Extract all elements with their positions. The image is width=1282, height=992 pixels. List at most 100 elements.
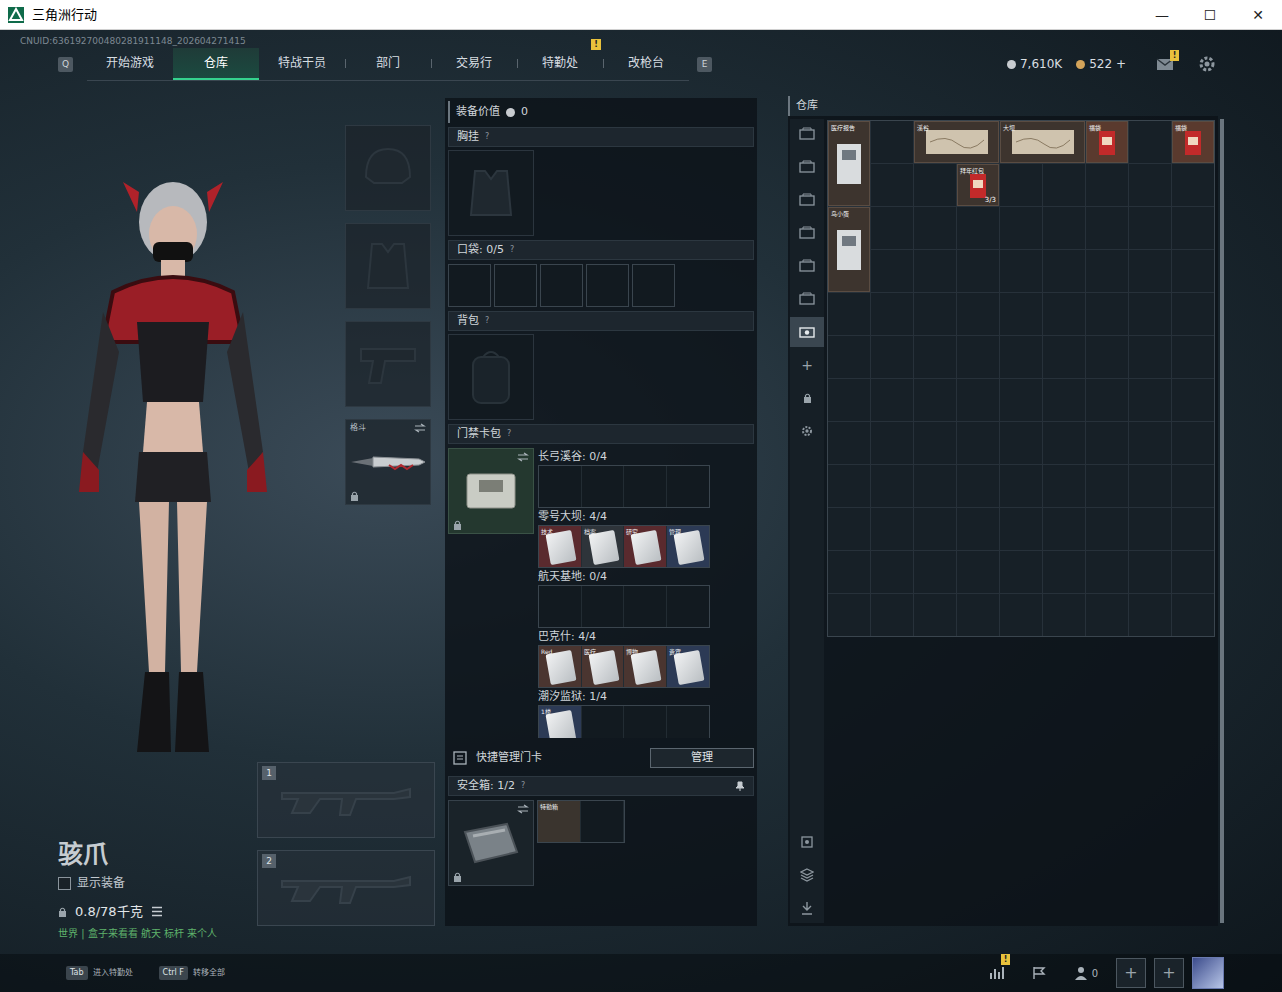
- help-button[interactable]: ?: [507, 428, 511, 440]
- grid-cell[interactable]: [1086, 594, 1128, 636]
- warehouse-tab[interactable]: [790, 416, 824, 446]
- grid-cell[interactable]: [914, 293, 956, 335]
- safe-box-item-slot[interactable]: [581, 801, 624, 842]
- grid-cell[interactable]: [914, 551, 956, 593]
- grid-cell[interactable]: [1000, 250, 1042, 292]
- grid-cell[interactable]: [1172, 551, 1214, 593]
- keycard-slot[interactable]: [624, 706, 667, 738]
- grid-cell[interactable]: [1086, 164, 1128, 206]
- avatar-icon[interactable]: [1192, 957, 1224, 989]
- grid-cell[interactable]: [871, 422, 913, 464]
- close-button[interactable]: ✕: [1234, 0, 1282, 30]
- warehouse-item[interactable]: 鸟小蛋: [828, 207, 870, 292]
- grid-cell[interactable]: [1172, 250, 1214, 292]
- safe-box-item-slot[interactable]: 特勤箱: [538, 801, 581, 842]
- keycard-slot[interactable]: [539, 586, 582, 627]
- keycard-slot[interactable]: [624, 586, 667, 627]
- grid-cell[interactable]: [871, 508, 913, 550]
- grid-cell[interactable]: [1129, 250, 1171, 292]
- grid-cell[interactable]: [828, 293, 870, 335]
- grid-cell[interactable]: [914, 508, 956, 550]
- grid-cell[interactable]: [1129, 594, 1171, 636]
- grid-cell[interactable]: [1043, 379, 1085, 421]
- keycard-slot[interactable]: Red: [539, 646, 582, 687]
- keycard-slot[interactable]: 贵宾: [667, 646, 709, 687]
- warehouse-tab[interactable]: +: [790, 350, 824, 380]
- warehouse-tab[interactable]: [790, 119, 824, 149]
- grid-cell[interactable]: [828, 594, 870, 636]
- grid-cell[interactable]: [1086, 422, 1128, 464]
- grid-cell[interactable]: [1129, 508, 1171, 550]
- grid-cell[interactable]: [1043, 164, 1085, 206]
- grid-cell[interactable]: [957, 293, 999, 335]
- invite-slot[interactable]: +: [1116, 958, 1146, 988]
- warehouse-tab[interactable]: [790, 383, 824, 413]
- grid-cell[interactable]: [828, 379, 870, 421]
- nav-tab[interactable]: 特战干员: [259, 48, 345, 80]
- grid-cell[interactable]: [871, 164, 913, 206]
- grid-cell[interactable]: [1043, 508, 1085, 550]
- grid-cell[interactable]: [914, 379, 956, 421]
- grid-cell[interactable]: [1000, 336, 1042, 378]
- nav-tab[interactable]: 改枪台: [603, 48, 689, 80]
- grid-cell[interactable]: [1129, 379, 1171, 421]
- chest-rig-slot[interactable]: [448, 150, 534, 236]
- warehouse-item[interactable]: 拜年红包3/3: [957, 164, 999, 206]
- grid-cell[interactable]: [1172, 422, 1214, 464]
- grid-cell[interactable]: [871, 379, 913, 421]
- helmet-slot[interactable]: [345, 125, 431, 211]
- warehouse-scrollbar[interactable]: [1220, 119, 1224, 923]
- hotkey-label[interactable]: 转移全部: [193, 967, 225, 979]
- minimize-button[interactable]: —: [1138, 0, 1186, 30]
- grid-cell[interactable]: [1043, 336, 1085, 378]
- warehouse-tool[interactable]: [790, 827, 824, 857]
- prev-tab-key[interactable]: Q: [58, 57, 73, 72]
- warehouse-tab[interactable]: [790, 218, 824, 248]
- grid-cell[interactable]: [828, 508, 870, 550]
- keycard-slot[interactable]: 医疗: [582, 646, 625, 687]
- keycard-slot[interactable]: 1楼: [539, 706, 582, 738]
- grid-cell[interactable]: [1172, 594, 1214, 636]
- grid-cell[interactable]: [1043, 465, 1085, 507]
- warehouse-item[interactable]: 大坝: [1000, 121, 1085, 163]
- grid-cell[interactable]: [1129, 465, 1171, 507]
- keycard-slot[interactable]: [667, 586, 709, 627]
- grid-cell[interactable]: [1043, 207, 1085, 249]
- weapon-slot[interactable]: 1: [257, 762, 435, 838]
- warehouse-tab[interactable]: [790, 284, 824, 314]
- warehouse-tab[interactable]: [790, 317, 824, 347]
- grid-cell[interactable]: [914, 336, 956, 378]
- warehouse-item[interactable]: 福袋: [1086, 121, 1128, 163]
- grid-cell[interactable]: [1000, 594, 1042, 636]
- weapon-slot[interactable]: 2: [257, 850, 435, 926]
- grid-cell[interactable]: [871, 336, 913, 378]
- grid-cell[interactable]: [1129, 293, 1171, 335]
- nav-tab[interactable]: 开始游戏: [87, 48, 173, 80]
- grid-cell[interactable]: [1086, 293, 1128, 335]
- keycard-slot[interactable]: [667, 466, 709, 507]
- help-button[interactable]: ?: [510, 244, 514, 256]
- grid-cell[interactable]: [1000, 207, 1042, 249]
- grid-cell[interactable]: [871, 207, 913, 249]
- grid-cell[interactable]: [1000, 293, 1042, 335]
- maximize-button[interactable]: ☐: [1186, 0, 1234, 30]
- currency[interactable]: 522 +: [1076, 55, 1126, 73]
- grid-cell[interactable]: [1043, 594, 1085, 636]
- grid-cell[interactable]: [1086, 207, 1128, 249]
- grid-cell[interactable]: [1043, 250, 1085, 292]
- keycard-slot[interactable]: 技术: [539, 526, 582, 567]
- grid-cell[interactable]: [1086, 379, 1128, 421]
- grid-cell[interactable]: [1000, 508, 1042, 550]
- warehouse-item[interactable]: 福袋: [1172, 121, 1214, 163]
- keycard-slot[interactable]: [582, 706, 625, 738]
- grid-cell[interactable]: [914, 465, 956, 507]
- safe-box-slot[interactable]: [448, 800, 534, 886]
- mail-button[interactable]: !: [1156, 57, 1174, 71]
- grid-cell[interactable]: [871, 293, 913, 335]
- grid-cell[interactable]: [957, 336, 999, 378]
- backpack-slot[interactable]: [448, 334, 534, 420]
- grid-cell[interactable]: [1172, 293, 1214, 335]
- pocket-slot[interactable]: [540, 264, 583, 307]
- grid-cell[interactable]: [871, 594, 913, 636]
- keycard-slot[interactable]: [539, 466, 582, 507]
